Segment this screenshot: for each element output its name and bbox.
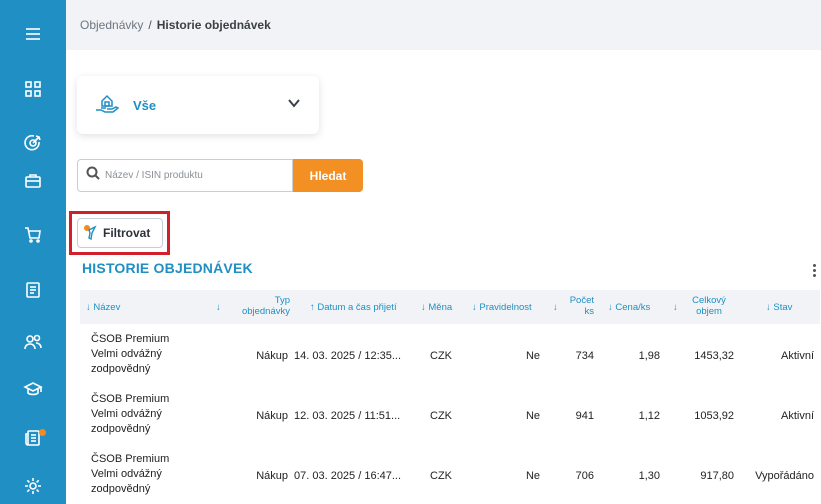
cell-currency: CZK [430,350,452,362]
cell-count: 941 [575,410,594,422]
cell-regularity: Ne [525,350,540,362]
cell-volume: 1053,92 [694,410,734,422]
table-row[interactable]: ČSOB Premium Velmi odvážný zodpovědný Ná… [80,327,820,387]
col-header-price[interactable]: ↓ Cena/ks [608,302,650,313]
more-options-icon[interactable] [811,262,817,280]
cell-price: 1,30 [638,470,660,482]
cell-volume: 917,80 [700,470,734,482]
col-header-volume-line2: objem [696,306,722,317]
cell-name-line1: ČSOB Premium [91,333,170,345]
cell-name[interactable]: ČSOB Premium Velmi odvážný zodpovědný [91,452,206,497]
cell-currency: CZK [430,410,452,422]
sidebar [0,0,66,504]
cell-count: 706 [575,470,594,482]
col-header-type-line2: objednávky [241,306,290,317]
cell-date: 12. 03. 2025 / 11:51... [294,410,401,422]
table-row[interactable]: ČSOB Premium Velmi odvážný zodpovědný Ná… [80,447,820,504]
dashboard-icon[interactable] [0,69,66,109]
cell-name-line2: Velmi odvážný [91,408,162,420]
breadcrumb-orders-link[interactable]: Objednávky [80,18,143,32]
cell-regularity: Ne [525,410,540,422]
cell-name-line1: ČSOB Premium [91,393,170,405]
cell-type: Nákup [256,350,288,362]
table-row[interactable]: ČSOB Premium Velmi odvážný zodpovědný Ná… [80,387,820,447]
search-input[interactable] [105,170,285,181]
cell-price: 1,98 [638,350,660,362]
cell-count: 734 [575,350,594,362]
cell-volume: 1453,32 [694,350,734,362]
col-header-volume[interactable]: Celkový objem [684,295,734,317]
cell-name-line1: ČSOB Premium [91,453,170,465]
breadcrumb-separator: / [148,18,152,32]
graduation-cap-icon[interactable] [0,369,66,409]
settings-icon[interactable] [0,466,66,504]
filter-icon [83,224,103,243]
cell-currency: CZK [430,470,452,482]
briefcase-icon[interactable] [0,161,66,201]
notification-dot [39,429,46,436]
col-header-count-line1: Počet [569,295,594,306]
section-title: HISTORIE OBJEDNÁVEK [82,260,253,276]
col-header-status[interactable]: ↓ Stav [766,302,792,313]
search-button[interactable]: Hledat [293,159,363,192]
selector-value: Vše [133,97,157,113]
cell-price: 1,12 [638,410,660,422]
table-header: ↓ Název ↓ Typ objednávky ↑ Datum a čas p… [80,290,820,324]
target-icon[interactable] [0,123,66,163]
search-field [77,159,293,192]
users-icon[interactable] [0,322,66,362]
cell-type: Nákup [256,470,288,482]
chevron-down-icon[interactable] [287,96,301,115]
col-header-date[interactable]: ↑ Datum a čas přijetí [310,302,397,313]
cell-name-line3: zodpovědný [91,483,151,495]
col-header-type-arrow[interactable]: ↓ [216,302,221,313]
breadcrumb: Objednávky / Historie objednávek [66,0,821,50]
col-header-regularity[interactable]: ↓ Pravidelnost [472,302,532,313]
cell-name-line2: Velmi odvážný [91,468,162,480]
col-header-count[interactable]: Počet ks [564,295,594,317]
col-header-count-line2: ks [584,306,595,317]
cell-name[interactable]: ČSOB Premium Velmi odvážný zodpovědný [91,332,206,377]
cell-name-line3: zodpovědný [91,363,151,375]
menu-icon[interactable] [0,14,66,54]
col-header-type-line1: Typ [274,295,290,306]
cell-date: 07. 03. 2025 / 16:47... [294,470,402,482]
cell-status: Aktivní [780,410,814,422]
news-icon[interactable] [0,418,66,458]
cell-name-line3: zodpovědný [91,423,151,435]
filter-label: Filtrovat [103,226,151,240]
home-hand-icon [93,89,121,122]
cell-date: 14. 03. 2025 / 12:35... [294,350,402,362]
document-icon[interactable] [0,270,66,310]
col-header-type[interactable]: Typ objednávky [234,295,290,317]
main-content: Vše Hledat Filtrovat HISTORIE OBJEDNÁVEK… [66,50,821,504]
breadcrumb-current: Historie objednávek [156,18,271,32]
filter-button[interactable]: Filtrovat [77,218,163,248]
col-header-name[interactable]: ↓ Název [86,302,120,313]
cell-name-line2: Velmi odvážný [91,348,162,360]
cell-regularity: Ne [525,470,540,482]
portfolio-selector[interactable]: Vše [77,76,319,134]
cell-type: Nákup [256,410,288,422]
col-header-volume-arrow[interactable]: ↓ [673,302,678,313]
cart-icon[interactable] [0,215,66,255]
cell-name[interactable]: ČSOB Premium Velmi odvážný zodpovědný [91,392,206,437]
cell-status: Vypořádáno [755,470,814,482]
col-header-count-arrow[interactable]: ↓ [553,302,558,313]
col-header-volume-line1: Celkový [692,295,726,306]
col-header-currency[interactable]: ↓ Měna [421,302,452,313]
cell-status: Aktivní [780,350,814,362]
search-icon [86,166,100,185]
